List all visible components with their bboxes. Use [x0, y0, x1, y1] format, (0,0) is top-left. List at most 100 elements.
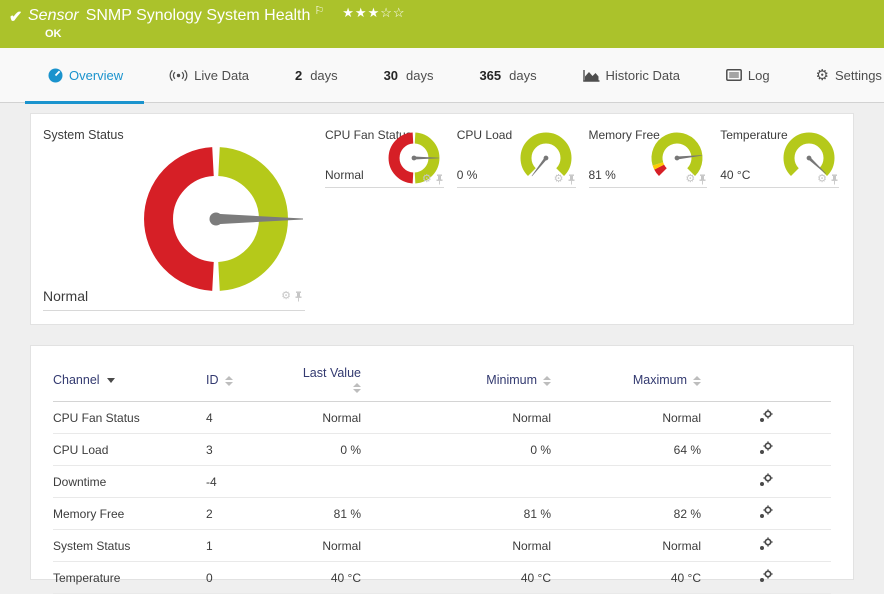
tab-2-days-word: days	[310, 68, 337, 83]
tab-log[interactable]: Log	[726, 48, 770, 103]
gauge-title: System Status	[43, 128, 124, 142]
channel-name: CPU Fan Status	[53, 402, 206, 434]
channel-last-value: Normal	[291, 402, 361, 434]
pin-icon[interactable]	[435, 174, 444, 185]
table-header-row: Channel ID Last Value Minimum Maximum	[53, 358, 831, 402]
gauge-system-status[interactable]: System Status Normal ⚙	[43, 126, 305, 311]
channel-id: 4	[206, 402, 291, 434]
channel-settings-icon[interactable]	[759, 409, 773, 426]
tab-live-data[interactable]: Live Data	[169, 48, 249, 103]
channel-minimum: Normal	[361, 530, 551, 562]
page-title: SNMP Synology System Health	[86, 7, 311, 25]
gauge-gear-icon[interactable]: ⚙	[817, 174, 827, 185]
system-status-gauge-chart	[141, 144, 316, 294]
priority-flag-icon[interactable]: ⚐	[314, 4, 324, 17]
tab-2-days-number: 2	[295, 68, 302, 83]
channel-minimum	[361, 466, 551, 498]
sensor-header: ✔ Sensor SNMP Synology System Health ⚐ ★…	[0, 0, 884, 48]
channel-maximum: 40 °C	[551, 562, 701, 594]
tab-365-days-number: 365	[479, 68, 501, 83]
gauge-value: Normal	[43, 288, 88, 304]
tab-2-days[interactable]: 2 days	[295, 48, 338, 103]
tab-365-days-word: days	[509, 68, 536, 83]
tab-historic-data[interactable]: Historic Data	[583, 48, 680, 103]
gauge-cpu-load[interactable]: CPU Load 0 % ⚙	[457, 128, 576, 188]
tab-30-days[interactable]: 30 days	[384, 48, 434, 103]
tab-overview-label: Overview	[69, 68, 123, 83]
channel-last-value: 0 %	[291, 434, 361, 466]
channel-id: 1	[206, 530, 291, 562]
table-row[interactable]: CPU Fan Status 4 Normal Normal Normal	[53, 402, 831, 434]
channel-settings-icon[interactable]	[759, 441, 773, 458]
tab-settings[interactable]: ⚙ Settings	[816, 48, 882, 103]
table-row[interactable]: Downtime -4	[53, 466, 831, 498]
tab-365-days[interactable]: 365 days	[479, 48, 536, 103]
table-row[interactable]: Temperature 0 40 °C 40 °C 40 °C	[53, 562, 831, 594]
pin-icon[interactable]	[567, 174, 576, 185]
channel-last-value	[291, 466, 361, 498]
table-row[interactable]: CPU Load 3 0 % 0 % 64 %	[53, 434, 831, 466]
gear-icon: ⚙	[816, 68, 829, 83]
gauge-icon	[48, 68, 63, 83]
channel-minimum: 81 %	[361, 498, 551, 530]
channel-last-value: 40 °C	[291, 562, 361, 594]
column-header-maximum[interactable]: Maximum	[551, 358, 701, 402]
channel-last-value: Normal	[291, 530, 361, 562]
channel-settings-icon[interactable]	[759, 473, 773, 490]
channel-settings-icon[interactable]	[759, 537, 773, 554]
gauge-gear-icon[interactable]: ⚙	[685, 174, 695, 185]
column-header-actions	[701, 358, 831, 402]
gauge-temperature[interactable]: Temperature 40 °C ⚙	[720, 128, 839, 188]
small-gauges-row: CPU Fan Status Normal ⚙ CPU Load	[325, 128, 839, 324]
gauge-memory-free[interactable]: Memory Free 81 % ⚙	[589, 128, 708, 188]
pin-icon[interactable]	[830, 174, 839, 185]
channel-maximum: Normal	[551, 402, 701, 434]
pin-icon[interactable]	[294, 291, 303, 302]
channel-maximum: 82 %	[551, 498, 701, 530]
channel-name: System Status	[53, 530, 206, 562]
channel-maximum: 64 %	[551, 434, 701, 466]
channel-minimum: 40 °C	[361, 562, 551, 594]
channel-name: CPU Load	[53, 434, 206, 466]
tab-historic-data-label: Historic Data	[606, 68, 680, 83]
tab-live-data-label: Live Data	[194, 68, 249, 83]
tab-settings-label: Settings	[835, 68, 882, 83]
table-row[interactable]: Memory Free 2 81 % 81 % 82 %	[53, 498, 831, 530]
gauge-value: Normal	[325, 168, 364, 182]
object-kind-label: Sensor	[28, 7, 79, 25]
channel-maximum	[551, 466, 701, 498]
sort-icon	[693, 376, 701, 386]
column-header-channel[interactable]: Channel	[53, 358, 206, 402]
gauge-cpu-fan-status[interactable]: CPU Fan Status Normal ⚙	[325, 128, 444, 188]
channel-id: 0	[206, 562, 291, 594]
channel-minimum: Normal	[361, 402, 551, 434]
channel-name: Downtime	[53, 466, 206, 498]
tab-overview[interactable]: Overview	[48, 48, 123, 103]
pin-icon[interactable]	[698, 174, 707, 185]
channels-panel: Channel ID Last Value Minimum Maximum	[30, 345, 854, 580]
channel-settings-icon[interactable]	[759, 505, 773, 522]
channel-id: 2	[206, 498, 291, 530]
column-header-id[interactable]: ID	[206, 358, 291, 402]
sort-desc-icon	[107, 378, 115, 383]
channel-minimum: 0 %	[361, 434, 551, 466]
sort-icon	[225, 376, 233, 386]
channel-id: 3	[206, 434, 291, 466]
channel-settings-icon[interactable]	[759, 569, 773, 586]
gauge-title: CPU Load	[457, 128, 512, 142]
column-header-minimum[interactable]: Minimum	[361, 358, 551, 402]
sort-icon	[543, 376, 551, 386]
channel-id: -4	[206, 466, 291, 498]
sort-icon	[353, 383, 361, 393]
gauge-needle	[210, 213, 304, 226]
channel-maximum: Normal	[551, 530, 701, 562]
priority-stars[interactable]: ★★★☆☆	[342, 5, 405, 21]
gauge-gear-icon[interactable]: ⚙	[554, 174, 564, 185]
gauge-gear-icon[interactable]: ⚙	[422, 174, 432, 185]
table-row[interactable]: System Status 1 Normal Normal Normal	[53, 530, 831, 562]
gauge-gear-icon[interactable]: ⚙	[281, 291, 291, 302]
column-header-last-value[interactable]: Last Value	[291, 358, 361, 402]
channel-last-value: 81 %	[291, 498, 361, 530]
area-chart-icon	[583, 69, 600, 82]
tab-30-days-word: days	[406, 68, 433, 83]
